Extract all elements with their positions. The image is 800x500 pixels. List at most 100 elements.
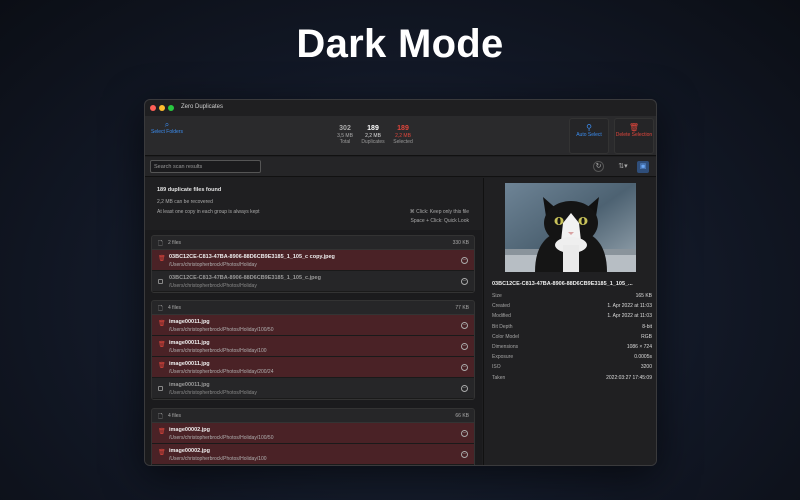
trash-marker-icon[interactable]: 🗑: [158, 342, 166, 349]
file-name: 03BC12CE-C813-47BA-8906-88D6CB9E3185_1_1…: [169, 275, 321, 281]
file-name: image00002.jpg: [169, 427, 210, 433]
group-header[interactable]: 🗋 2 files 330 KB: [152, 236, 474, 250]
file-name: 03BC12CE-C813-47BA-8906-88D6CB9E3185_1_1…: [169, 254, 335, 260]
quick-look-icon[interactable]: –: [461, 385, 468, 392]
results-list: 189 duplicate files found 2,2 MB can be …: [145, 178, 482, 465]
file-row[interactable]: 03BC12CE-C813-47BA-8906-88D6CB9E3185_1_1…: [152, 271, 474, 292]
trash-marker-icon[interactable]: 🗑: [158, 363, 166, 370]
stat-total-label: Total: [339, 139, 351, 145]
file-name: image00011.jpg: [169, 361, 210, 367]
checkbox[interactable]: [158, 279, 163, 284]
scan-summary: 189 duplicate files found 2,2 MB can be …: [145, 178, 482, 230]
file-row[interactable]: 🗑 image00011.jpg /Users/christopherbrock…: [152, 357, 474, 378]
file-properties: Size 165 KB Created 1. Apr 2022 at 11:03 M…: [492, 291, 652, 383]
property-row: Color Model RGB: [492, 332, 652, 342]
file-path: /Users/christopherbrock/Photos/Holiday/1…: [169, 327, 274, 333]
group-size: 330 KB: [452, 240, 469, 246]
quick-look-icon[interactable]: –: [461, 343, 468, 350]
property-key: Taken: [492, 374, 506, 381]
title-bar: Zero Duplicates: [145, 100, 656, 116]
property-key: ISO: [492, 364, 501, 371]
refresh-icon[interactable]: ↻: [593, 161, 604, 172]
stat-duplicates-count: 189: [367, 125, 379, 132]
file-name: image00011.jpg: [169, 382, 210, 388]
stat-duplicates: 189 2,2 MB Duplicates: [359, 125, 387, 145]
file-name: image00011.jpg: [169, 340, 210, 346]
group-file-count: 4 files: [168, 413, 182, 419]
search-input[interactable]: [150, 160, 261, 173]
search-icon: ⌕: [164, 120, 170, 129]
file-path: /Users/christopherbrock/Photos/Holiday: [169, 283, 257, 289]
file-row[interactable]: 🗑 image00011.jpg /Users/christopherbrock…: [152, 315, 474, 336]
group-header[interactable]: 🗋 4 files 66 KB: [152, 409, 474, 423]
quick-look-icon[interactable]: –: [461, 451, 468, 458]
property-key: Bit Depth: [492, 323, 513, 330]
property-key: Dimensions: [492, 343, 519, 350]
duplicate-group: 🗋 4 files 66 KB 🗑 image00002.jpg /Users/…: [151, 408, 475, 465]
app-window: Zero Duplicates ⌕ Select Folders 302 3,5…: [144, 99, 657, 466]
file-row[interactable]: 🗑 image00011.jpg /Users/christopherbrock…: [152, 336, 474, 357]
checkbox[interactable]: [158, 386, 163, 391]
stat-selected-count: 189: [397, 125, 409, 132]
file-row[interactable]: 🗑 image00002.jpg /Users/christopherbrock…: [152, 444, 474, 465]
property-row: Dimensions 1086 × 724: [492, 342, 652, 352]
document-icon: 🗋: [158, 241, 163, 247]
file-row[interactable]: 🗑 03BC12CE-C813-47BA-8906-88D6CB9E3185_1…: [152, 250, 474, 271]
group-size: 66 KB: [455, 413, 469, 419]
preview-panel: 03BC12CE-C813-47BA-8906-88D6CB9E3185_1_1…: [483, 178, 656, 465]
quick-look-icon[interactable]: –: [461, 278, 468, 285]
sidebar-toggle-icon[interactable]: ▣: [637, 161, 649, 173]
close-window-button[interactable]: [150, 105, 156, 111]
trash-marker-icon[interactable]: 🗑: [158, 321, 166, 328]
quick-look-icon[interactable]: –: [461, 430, 468, 437]
auto-select-button[interactable]: ⚲ Auto Select: [569, 118, 609, 154]
minimize-window-button[interactable]: [159, 105, 165, 111]
property-key: Color Model: [492, 333, 519, 340]
quick-look-icon[interactable]: –: [461, 364, 468, 371]
property-value: 165 KB: [635, 293, 652, 299]
property-row: ISO 3200: [492, 362, 652, 372]
hint-quick-look: Space + Click: Quick Look: [410, 218, 470, 224]
hint-keep-only: ⌘ Click: Keep only this file: [409, 209, 469, 215]
image-preview[interactable]: [505, 183, 636, 272]
file-name: image00002.jpg: [169, 448, 210, 454]
group-header[interactable]: 🗋 4 files 77 KB: [152, 301, 474, 315]
property-value: 1. Apr 2022 at 11:03: [607, 313, 652, 320]
trash-icon: 🗑: [628, 123, 640, 132]
trash-marker-icon[interactable]: 🗑: [158, 429, 166, 436]
kept-note-text: At least one copy in each group is alway…: [157, 209, 260, 215]
duplicate-group: 🗋 4 files 77 KB 🗑 image00011.jpg /Users/…: [151, 300, 475, 400]
file-row[interactable]: 🗑 image00002.jpg /Users/christopherbrock…: [152, 423, 474, 444]
document-icon: 🗋: [158, 414, 163, 420]
file-path: /Users/christopherbrock/Photos/Holiday/1…: [169, 456, 267, 462]
auto-select-label: Auto Select: [576, 132, 602, 138]
quick-look-icon[interactable]: –: [461, 257, 468, 264]
stat-selected-label: Selected: [393, 139, 413, 145]
sort-icon[interactable]: ⇅▾: [615, 161, 631, 173]
group-size: 77 KB: [455, 305, 469, 311]
property-row: Modified 1. Apr 2022 at 11:03: [492, 311, 652, 321]
property-value: RGB: [641, 333, 652, 340]
property-value: 0.0005s: [634, 354, 652, 361]
duplicates-found-text: 189 duplicate files found: [157, 187, 222, 193]
scan-stats: 302 3,5 MB Total 189 2,2 MB Duplicates 1…: [331, 125, 413, 151]
group-file-count: 2 files: [168, 240, 182, 246]
stat-total: 302 3,5 MB Total: [331, 125, 359, 145]
toolbar: ⌕ Select Folders 302 3,5 MB Total 189 2,…: [145, 116, 656, 156]
property-value: 1086 × 724: [626, 343, 652, 350]
search-bar: ↻ ⇅▾ ▣: [145, 157, 656, 177]
zoom-window-button[interactable]: [168, 105, 174, 111]
magic-wand-icon: ⚲: [586, 123, 592, 132]
recoverable-text: 2,2 MB can be recovered: [157, 199, 213, 205]
select-folders-button[interactable]: ⌕ Select Folders: [151, 120, 183, 136]
file-path: /Users/christopherbrock/Photos/Holiday: [169, 390, 257, 396]
delete-selection-button[interactable]: 🗑 Delete Selection: [614, 118, 654, 154]
property-value: 8-bit: [642, 323, 652, 330]
trash-marker-icon[interactable]: 🗑: [158, 450, 166, 457]
trash-marker-icon[interactable]: 🗑: [158, 256, 166, 263]
file-path: /Users/christopherbrock/Photos/Holiday/2…: [169, 369, 274, 375]
file-row[interactable]: image00011.jpg /Users/christopherbrock/P…: [152, 378, 474, 399]
quick-look-icon[interactable]: –: [461, 322, 468, 329]
group-file-count: 4 files: [168, 305, 182, 311]
property-value: 1. Apr 2022 at 11:03: [607, 303, 652, 310]
